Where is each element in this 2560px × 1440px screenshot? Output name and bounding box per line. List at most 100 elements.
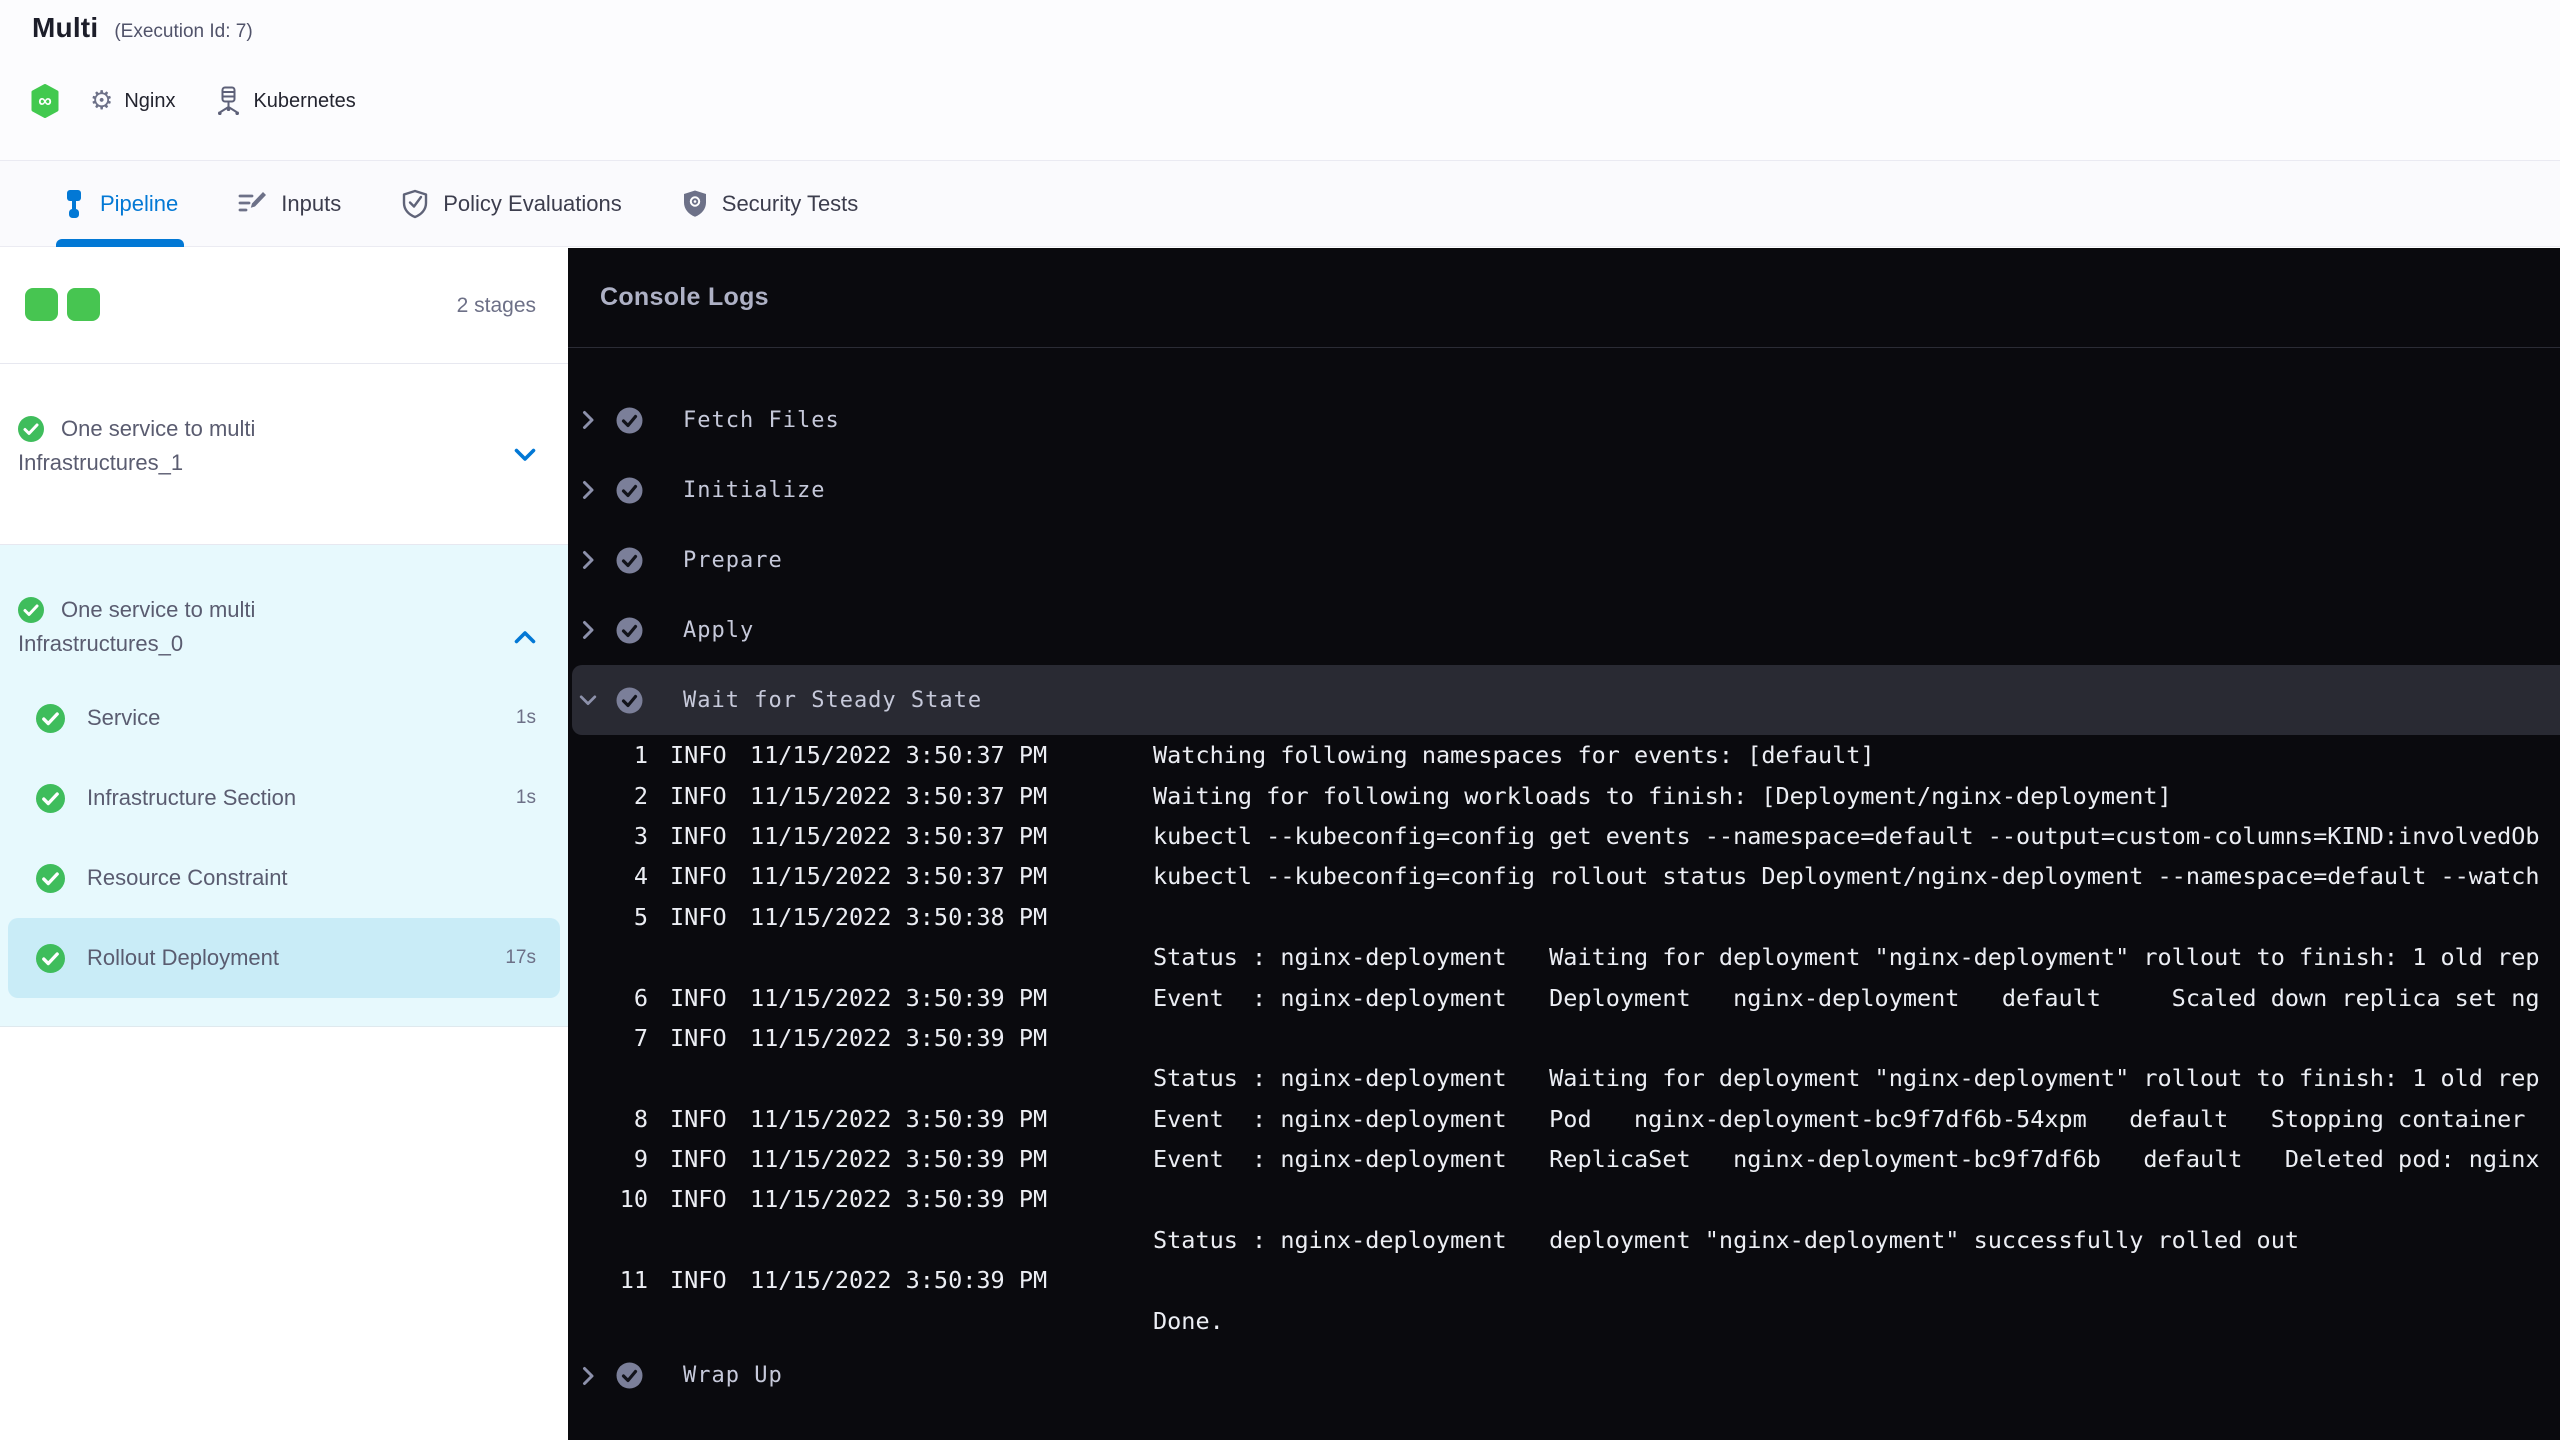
step-success-icon (616, 687, 643, 714)
execution-id: (Execution Id: 7) (114, 21, 253, 42)
console-step-row[interactable]: Wrap Up (568, 1341, 2560, 1411)
log-timestamp: 11/15/2022 3:50:39 PM (750, 983, 1048, 1012)
service-name-label: Nginx (124, 89, 176, 112)
stage-group-header[interactable]: One service to multi Infrastructures_0 (18, 593, 536, 661)
console-step-row[interactable]: Initialize (568, 455, 2560, 525)
expand-chevron-icon[interactable] (578, 409, 598, 431)
chevron-down-icon[interactable] (514, 448, 536, 463)
stage-group-infrastructures-1[interactable]: One service to multi Infrastructures_1 (0, 364, 568, 544)
step-name: Resource Constraint (87, 865, 288, 890)
inputs-icon (238, 190, 267, 217)
log-row: 9 INFO 11/15/2022 3:50:39 PM Event : ngi… (568, 1139, 2560, 1179)
log-row: 5 INFO 11/15/2022 3:50:38 PM (568, 897, 2560, 937)
pipeline-step-row[interactable]: Rollout Deployment 17s (8, 918, 560, 998)
step-success-check-icon (36, 943, 65, 973)
expand-chevron-icon[interactable] (578, 619, 598, 641)
log-row: 7 INFO 11/15/2022 3:50:39 PM (568, 1018, 2560, 1058)
log-timestamp: 11/15/2022 3:50:37 PM (750, 821, 1048, 850)
step-name: Service (87, 705, 161, 730)
log-line-number: 11 (619, 1266, 648, 1295)
collapse-chevron-icon[interactable] (578, 692, 598, 708)
stages-sidebar: 2 stages One service to multi Infrastruc… (0, 248, 568, 1440)
log-level: INFO (670, 1104, 727, 1133)
pipeline-step-row[interactable]: Resource Constraint (0, 838, 568, 918)
log-message: Status : nginx-deployment Waiting for de… (1153, 943, 2540, 972)
pipeline-icon (62, 189, 86, 219)
console-header: Console Logs (568, 248, 2560, 348)
expand-chevron-icon[interactable] (578, 1365, 598, 1387)
console-step-label: Wait for Steady State (683, 687, 983, 713)
stage-count: 2 stages (456, 294, 536, 317)
log-row: 11 INFO 11/15/2022 3:50:39 PM (568, 1260, 2560, 1300)
console-step-row[interactable]: Apply (568, 595, 2560, 665)
console-steps-list: Fetch Files Initialize Prepare Apply Wai… (568, 348, 2560, 1411)
page-header: Multi (Execution Id: 7) ∞ ⚙ Nginx Kubern… (0, 0, 2560, 160)
console-step-row[interactable]: Prepare (568, 525, 2560, 595)
console-step-row-expanded[interactable]: Wait for Steady State (572, 665, 2560, 735)
step-success-icon (616, 477, 643, 504)
log-message: Watching following namespaces for events… (1153, 741, 1875, 770)
expand-chevron-icon[interactable] (578, 479, 598, 501)
step-success-check-icon (36, 783, 65, 813)
log-message: Waiting for following workloads to finis… (1153, 781, 2172, 810)
step-duration: 17s (505, 947, 536, 968)
tab-security-tests[interactable]: Security Tests (682, 161, 859, 246)
pipeline-step-row[interactable]: Infrastructure Section 1s (0, 758, 568, 838)
step-duration: 1s (515, 707, 536, 728)
gear-icon: ⚙ (90, 86, 114, 116)
console-step-label: Initialize (683, 477, 826, 503)
step-success-icon (616, 547, 643, 574)
tab-inputs[interactable]: Inputs (238, 161, 341, 246)
step-success-icon (616, 407, 643, 434)
log-timestamp: 11/15/2022 3:50:39 PM (750, 1023, 1048, 1052)
stage-name-line1: One service to multi (61, 597, 256, 622)
tab-pipeline[interactable]: Pipeline (56, 161, 185, 247)
log-level: INFO (670, 983, 727, 1012)
chevron-up-icon[interactable] (514, 629, 536, 644)
expand-chevron-icon[interactable] (578, 549, 598, 571)
log-line-number: 2 (633, 781, 648, 810)
stage-group-infrastructures-0: One service to multi Infrastructures_0 S… (0, 544, 568, 1027)
step-name: Rollout Deployment (87, 945, 279, 970)
stage-status-squares[interactable] (25, 288, 100, 321)
harness-success-icon: ∞ (30, 84, 60, 118)
log-level: INFO (670, 1266, 727, 1295)
stage-name-line2: Infrastructures_1 (18, 450, 184, 475)
log-line-number: 8 (633, 1104, 648, 1133)
log-level: INFO (670, 741, 727, 770)
log-row: 1 INFO 11/15/2022 3:50:37 PM Watching fo… (568, 735, 2560, 775)
console-step-label: Prepare (683, 547, 783, 573)
log-row: 8 INFO 11/15/2022 3:50:39 PM Event : ngi… (568, 1099, 2560, 1139)
console-panel: Console Logs Fetch Files Initialize Prep… (568, 248, 2560, 1440)
stage-success-check-icon (18, 416, 44, 442)
step-duration: 1s (515, 787, 536, 808)
stage-success-check-icon (18, 597, 44, 623)
console-step-label: Fetch Files (683, 407, 840, 433)
policy-shield-check-icon (401, 189, 429, 219)
log-level: INFO (670, 1145, 727, 1174)
console-title: Console Logs (600, 283, 769, 311)
console-step-row[interactable]: Fetch Files (568, 385, 2560, 455)
log-message: Event : nginx-deployment ReplicaSet ngin… (1153, 1145, 2540, 1174)
title-row: Multi (Execution Id: 7) (32, 12, 253, 44)
step-success-check-icon (36, 703, 65, 733)
log-message: Event : nginx-deployment Pod nginx-deplo… (1153, 1104, 2526, 1133)
log-level: INFO (670, 902, 727, 931)
log-timestamp: 11/15/2022 3:50:39 PM (750, 1266, 1048, 1295)
log-row: 10 INFO 11/15/2022 3:50:39 PM (568, 1179, 2560, 1219)
stage-success-square[interactable] (67, 288, 100, 321)
log-line-number: 9 (633, 1145, 648, 1174)
stages-summary: 2 stages (0, 248, 568, 364)
log-timestamp: 11/15/2022 3:50:37 PM (750, 741, 1048, 770)
pipeline-step-row[interactable]: Service 1s (0, 678, 568, 758)
infrastructure-name-label: Kubernetes (253, 89, 356, 112)
tab-pipeline-label: Pipeline (100, 190, 179, 216)
log-line-number: 6 (633, 983, 648, 1012)
tab-security-tests-label: Security Tests (721, 190, 859, 216)
log-message: Status : nginx-deployment Waiting for de… (1153, 1064, 2540, 1093)
tab-policy-evaluations[interactable]: Policy Evaluations (401, 161, 622, 246)
log-line-number: 5 (633, 902, 648, 931)
log-row: Status : nginx-deployment deployment "ng… (568, 1220, 2560, 1260)
stage-name-line1: One service to multi (61, 416, 256, 441)
stage-success-square[interactable] (25, 288, 58, 321)
